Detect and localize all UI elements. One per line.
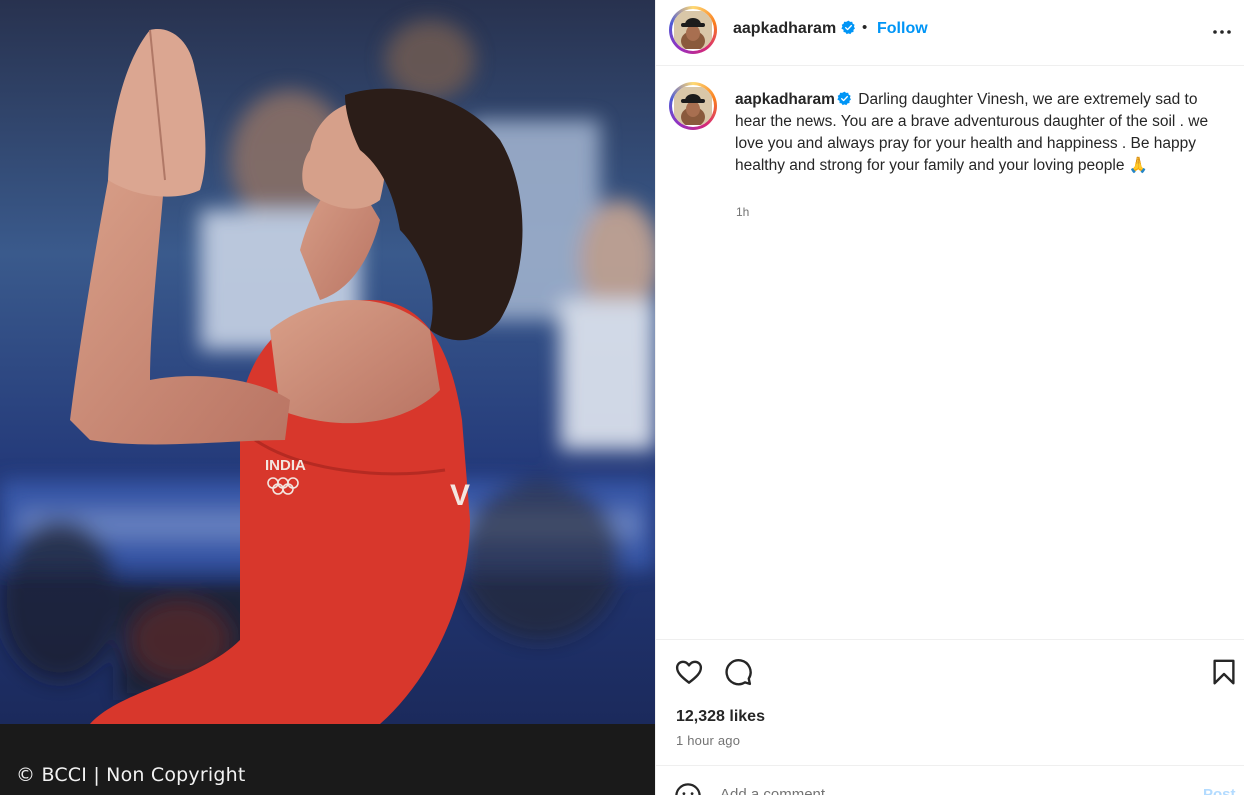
post-photo: INDIA V [0, 0, 655, 724]
separator-dot: • [862, 19, 868, 36]
post-caption: aapkadharam Darling daughter Vinesh, we … [735, 89, 1225, 177]
emoji-icon[interactable] [674, 782, 702, 795]
follow-button[interactable]: Follow [877, 20, 928, 38]
author-username[interactable]: aapkadharam [733, 20, 836, 38]
comments-section[interactable]: aapkadharam Darling daughter Vinesh, we … [656, 67, 1244, 639]
caption-username[interactable]: aapkadharam [735, 91, 835, 108]
avatar-image [674, 11, 712, 49]
caption-author-avatar[interactable] [669, 82, 717, 130]
jersey-text: INDIA [265, 457, 306, 474]
bookmark-icon[interactable] [1209, 657, 1239, 687]
heart-icon[interactable] [674, 657, 704, 687]
svg-text:V: V [450, 479, 470, 512]
comment-input[interactable] [720, 783, 1170, 795]
post-header: aapkadharam • Follow [656, 0, 1244, 66]
verified-badge-icon [837, 91, 851, 106]
post-actions: 12,328 likes 1 hour ago [656, 639, 1244, 765]
verified-badge-icon [841, 20, 856, 38]
caption-timestamp[interactable]: 1h [736, 205, 749, 219]
photo-credit: © BCCI | Non Copyright [16, 764, 246, 786]
post-timestamp[interactable]: 1 hour ago [676, 733, 740, 748]
add-comment-bar: Post [656, 765, 1244, 795]
author-avatar[interactable] [669, 6, 717, 54]
likes-count[interactable]: 12,328 likes [676, 708, 765, 726]
post-comment-button[interactable]: Post [1203, 786, 1236, 795]
more-options-icon[interactable] [1210, 20, 1234, 44]
post-details-panel: aapkadharam • Follow aapkadharam Darling… [655, 0, 1244, 795]
avatar-image [674, 87, 712, 125]
comment-icon[interactable] [723, 657, 753, 687]
post-media[interactable]: INDIA V © BCCI | Non Copyright [0, 0, 655, 795]
